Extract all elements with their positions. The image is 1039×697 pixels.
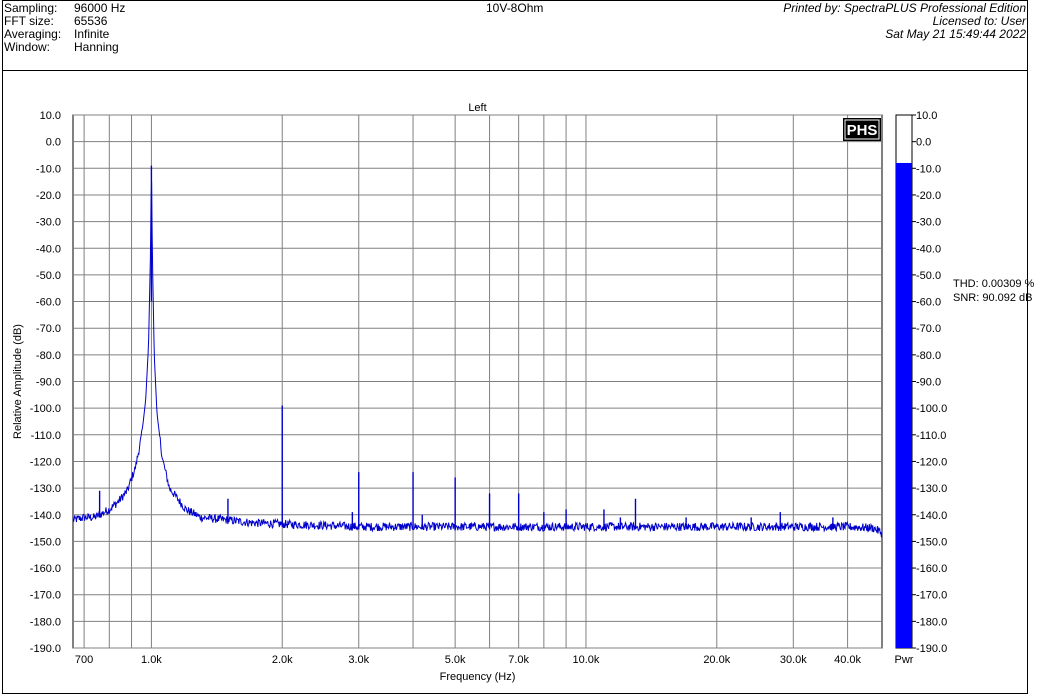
y-tick-label: -100.0	[30, 403, 61, 415]
level-bar-tick-label: -50.0	[916, 270, 941, 282]
y-tick-label: 0.0	[46, 137, 61, 149]
x-tick-label: 10.0k	[573, 654, 600, 666]
level-bar-tick-label: -110.0	[916, 430, 946, 442]
spectrum-chart: 10.0 0.0 -10.0 -20.0 -30.0 -40.0 -50.0 -60.0 -70…	[12, 102, 948, 683]
x-tick-label: 20.0k	[703, 654, 730, 666]
y-tick-label: -110.0	[31, 430, 61, 442]
level-bar-tick-label: -150.0	[916, 536, 947, 548]
x-tick-label: 3.0k	[348, 654, 369, 666]
level-bar-tick-label: -140.0	[916, 510, 947, 522]
y-tick-label: -30.0	[36, 217, 61, 229]
x-tick-label: 40.0k	[834, 654, 861, 666]
level-bar-tick-label: -180.0	[916, 616, 947, 628]
level-bar-tick-label: -30.0	[916, 217, 941, 229]
level-bar-layer: 10.0 0.0 -10.0 -20.0 -30.0 -40.0 -50.0 -60.0 -70…	[895, 110, 948, 666]
level-bar-tick-label: -160.0	[916, 563, 947, 575]
level-bar-tick-label: 10.0	[916, 110, 937, 122]
y-tick-label: -20.0	[36, 190, 61, 202]
x-tick-label: 2.0k	[272, 654, 293, 666]
y-tick-label: -120.0	[30, 456, 61, 468]
x-tick-label: 7.0k	[508, 654, 529, 666]
level-bar-tick-label: 0.0	[916, 137, 931, 149]
y-tick-label: -130.0	[30, 483, 61, 495]
y-tick-label: -60.0	[36, 297, 61, 309]
y-tick-label: -150.0	[30, 536, 61, 548]
phs-logo: PHS	[843, 118, 881, 141]
y-tick-label: -10.0	[36, 163, 61, 175]
level-bar-tick-label: -20.0	[916, 190, 941, 202]
level-bar-tick-label: -170.0	[916, 590, 947, 602]
grid-layer	[72, 114, 883, 649]
x-axis-label: Frequency (Hz)	[440, 671, 516, 683]
y-tick-label: -170.0	[30, 590, 61, 602]
level-bar-tick-label: -40.0	[916, 243, 941, 255]
y-tick-label: -40.0	[36, 243, 61, 255]
chart-title: Left	[468, 102, 486, 114]
level-bar-tick-label: -120.0	[916, 456, 947, 468]
level-bar-label: Pwr	[895, 654, 914, 666]
level-bar-fill	[896, 162, 912, 648]
y-tick-label: -90.0	[36, 377, 61, 389]
level-bar-tick-label: -90.0	[916, 377, 941, 389]
y-axis-label: Relative Amplitude (dB)	[12, 324, 24, 439]
level-bar-tick-label: -60.0	[916, 297, 941, 309]
y-tick-label: -180.0	[30, 616, 61, 628]
y-tick-label: -70.0	[36, 323, 61, 335]
y-tick-label: -160.0	[30, 563, 61, 575]
level-bar-tick-label: -10.0	[916, 163, 941, 175]
x-tick-label: 30.0k	[780, 654, 807, 666]
y-tick-label: 10.0	[40, 110, 61, 122]
level-bar-tick-label: -100.0	[916, 403, 947, 415]
y-tick-label: -140.0	[30, 510, 61, 522]
level-bar-tick-label: -80.0	[916, 350, 941, 362]
phs-logo-text: PHS	[847, 122, 878, 139]
y-tick-label: -190.0	[30, 643, 61, 655]
y-tick-label: -80.0	[36, 350, 61, 362]
level-bar-tick-label: -130.0	[916, 483, 947, 495]
level-bar-tick-label: -190.0	[916, 643, 947, 655]
y-tick-label: -50.0	[36, 270, 61, 282]
x-tick-label: 1.0k	[141, 654, 162, 666]
level-bar-tick-label: -70.0	[916, 323, 941, 335]
x-tick-label: 5.0k	[445, 654, 466, 666]
x-tick-label: 700	[75, 654, 93, 666]
